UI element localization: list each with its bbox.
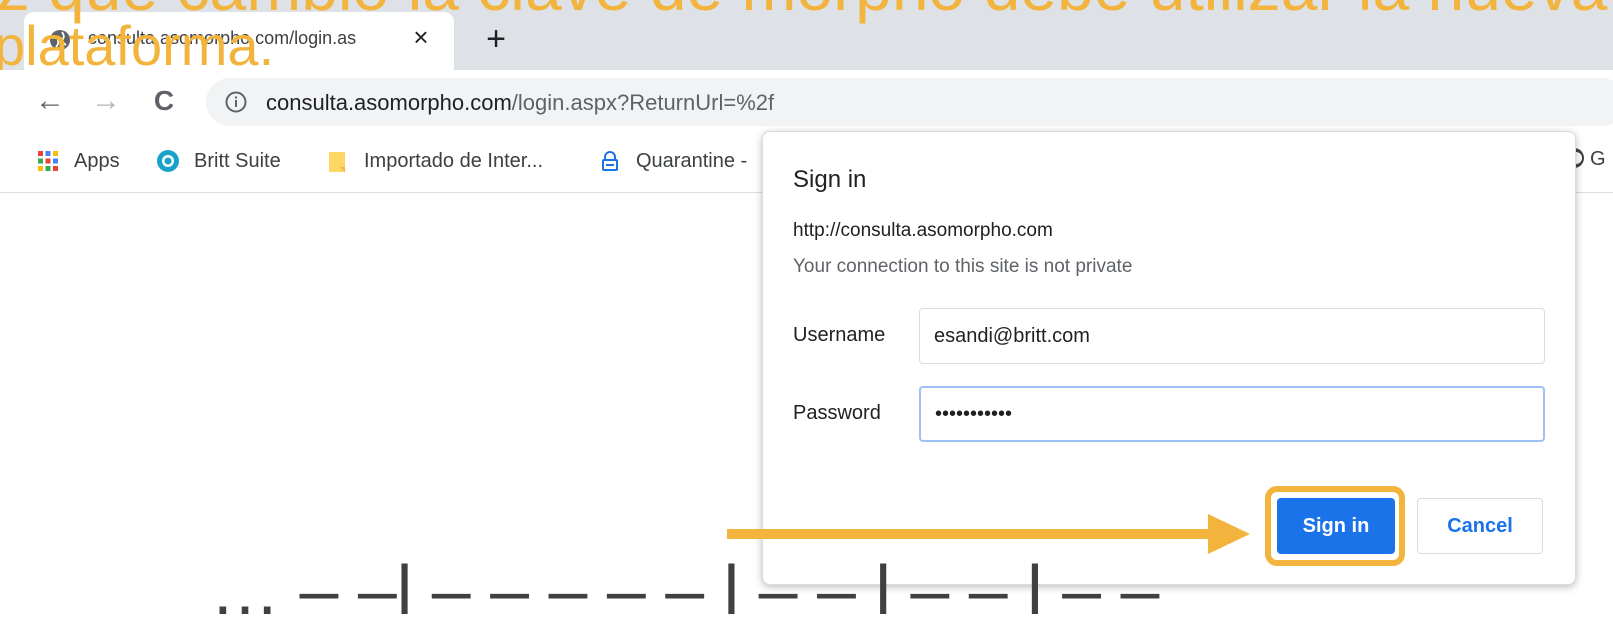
bookmark-partial-label[interactable]: G: [1590, 148, 1606, 171]
url-host: consulta.asomorpho.com: [266, 90, 512, 115]
info-icon[interactable]: [224, 90, 248, 114]
bookmark-label: Importado de Inter...: [364, 149, 543, 172]
bookmark-apps[interactable]: Apps: [36, 146, 120, 176]
bookmark-label: Quarantine -: [636, 149, 748, 172]
password-label: Password: [793, 402, 881, 424]
new-tab-button[interactable]: +: [478, 22, 514, 58]
url-path: /login.aspx?ReturnUrl=%2f: [511, 90, 775, 115]
bookmark-label: Britt Suite: [194, 149, 281, 172]
sign-in-dialog: Sign in http://consulta.asomorpho.com Yo…: [762, 131, 1576, 585]
back-button[interactable]: ←: [32, 84, 68, 120]
apps-grid-icon: [36, 149, 60, 173]
password-field[interactable]: [919, 386, 1545, 442]
username-field[interactable]: [919, 308, 1545, 364]
address-bar[interactable]: consulta.asomorpho.com/login.aspx?Return…: [206, 78, 1613, 126]
username-label: Username: [793, 324, 886, 346]
reload-button[interactable]: C: [146, 84, 182, 120]
annotation-arrow-shaft: [727, 529, 1215, 539]
close-tab-icon[interactable]: ×: [406, 22, 436, 52]
britt-suite-icon: [156, 149, 180, 173]
browser-toolbar: ← → C consulta.asomorpho.com/login.aspx?…: [0, 70, 1613, 132]
lock-icon: [598, 149, 622, 173]
slide-heading-line2: plataforma.: [0, 14, 275, 77]
slide-bottom-text: … – –l – – – – – l – – l – – l – –: [210, 551, 1160, 629]
annotation-arrow-head: [1208, 514, 1250, 554]
dialog-origin: http://consulta.asomorpho.com: [793, 220, 1053, 241]
bookmark-importado[interactable]: Importado de Inter...: [326, 146, 543, 176]
folder-icon: [326, 149, 350, 173]
dialog-title: Sign in: [793, 166, 867, 193]
cancel-button[interactable]: Cancel: [1417, 498, 1543, 554]
dialog-warning: Your connection to this site is not priv…: [793, 256, 1133, 277]
sign-in-button[interactable]: Sign in: [1277, 498, 1395, 554]
url-text: consulta.asomorpho.com/login.aspx?Return…: [266, 90, 774, 116]
bookmark-label: Apps: [74, 149, 120, 172]
forward-button[interactable]: →: [88, 84, 124, 120]
bookmark-quarantine[interactable]: Quarantine -: [598, 146, 747, 176]
bookmark-britt-suite[interactable]: Britt Suite: [156, 146, 281, 176]
